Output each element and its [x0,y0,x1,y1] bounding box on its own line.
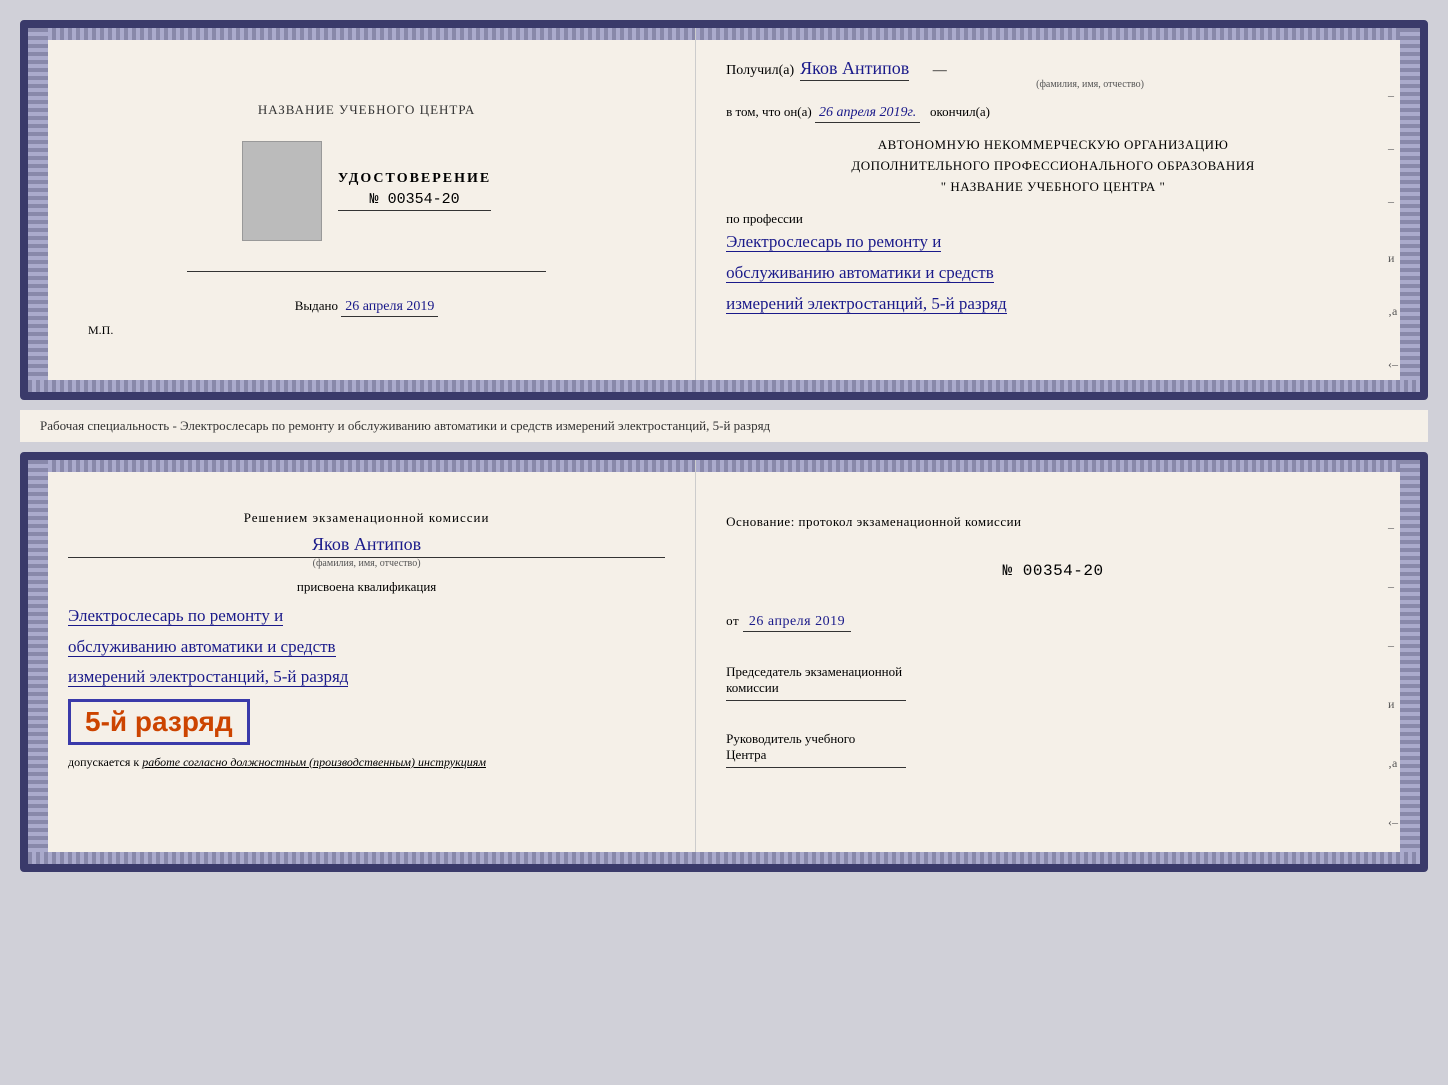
dopuskaetsya-text: работе согласно должностным (производств… [142,755,486,769]
dopuskaetsya-line: допускается к работе согласно должностны… [68,755,665,770]
info-text-content: Рабочая специальность - Электрослесарь п… [40,418,770,433]
bottom-certificate: Решением экзаменационной комиссии Яков А… [20,452,1428,872]
qual-line1: Электрослесарь по ремонту и [68,606,283,626]
ot-date-line: от 26 апреля 2019 [726,609,1380,634]
org-line2: ДОПОЛНИТЕЛЬНОГО ПРОФЕССИОНАЛЬНОГО ОБРАЗО… [726,156,1380,177]
bottom-date: 26 апреля 2019 [743,614,851,632]
dopuskaetsya-prefix: допускается к [68,755,139,769]
top-org-name: НАЗВАНИЕ УЧЕБНОГО ЦЕНТРА [68,102,665,118]
resheniem-line: Решением экзаменационной комиссии [68,510,665,526]
predsedatel-line1: Председатель экзаменационной [726,664,1380,680]
vtom-line: в том, что он(а) 26 апреля 2019г. окончи… [726,104,1380,121]
rukovoditel-block: Руководитель учебного Центра [726,731,1380,768]
mp-label: М.П. [88,323,113,338]
profession-line3: измерений электростанций, 5-й разряд [726,294,1006,314]
ot-label: от [726,613,739,628]
okonchil-label: окончил(а) [930,104,990,119]
razryad-big-text: 5-й разряд [85,706,233,738]
poluchil-label: Получил(а) [726,63,794,79]
bottom-number: № 00354-20 [726,557,1380,586]
udostoverenie-number: № 00354-20 [338,191,491,211]
org-line3: " НАЗВАНИЕ УЧЕБНОГО ЦЕНТРА " [726,177,1380,198]
bottom-name-block: Яков Антипов (фамилия, имя, отчество) [68,534,665,569]
photo-placeholder [242,141,322,241]
predsedatel-line2: комиссии [726,680,1380,696]
bottom-recipient-name: Яков Антипов [68,534,665,558]
right-side-dashes: – – – и ‚а ‹– – – – [1388,88,1398,400]
bottom-cert-left-panel: Решением экзаменационной комиссии Яков А… [28,460,696,864]
recipient-name: Яков Антипов [800,58,909,81]
qual-line2: обслуживанию автоматики и средств [68,637,336,657]
predsedatel-sign-line [726,700,906,701]
vydano-date: 26 апреля 2019 [341,299,438,317]
qual-line3: измерений электростанций, 5-й разряд [68,667,348,687]
qualification-text: Электрослесарь по ремонту и обслуживанию… [68,601,665,693]
right-border-pattern [1400,28,1420,392]
osnovanie-label: Основание: протокол экзаменационной коми… [726,510,1380,533]
predsedatel-block: Председатель экзаменационной комиссии [726,664,1380,701]
info-text-middle: Рабочая специальность - Электрослесарь п… [20,410,1428,442]
osnovanie-block: Основание: протокол экзаменационной коми… [726,510,1380,634]
top-certificate: НАЗВАНИЕ УЧЕБНОГО ЦЕНТРА УДОСТОВЕРЕНИЕ №… [20,20,1428,400]
rukovoditel-line1: Руководитель учебного [726,731,1380,747]
poluchil-line: Получил(а) Яков Антипов — (фамилия, имя,… [726,58,1380,90]
bottom-right-dashes: – – – и ‚а ‹– – – – [1388,520,1398,872]
vydano-line: Выдано 26 апреля 2019 [295,298,439,315]
org-line1: АВТОНОМНУЮ НЕКОММЕРЧЕСКУЮ ОРГАНИЗАЦИЮ [726,135,1380,156]
profession-handwritten: Электрослесарь по ремонту и обслуживанию… [726,227,1380,319]
page-wrapper: НАЗВАНИЕ УЧЕБНОГО ЦЕНТРА УДОСТОВЕРЕНИЕ №… [20,20,1428,872]
po-professii-block: по профессии Электрослесарь по ремонту и… [726,211,1380,319]
bottom-fio-sublabel: (фамилия, имя, отчество) [68,558,665,569]
org-name-center: НАЗВАНИЕ УЧЕБНОГО ЦЕНТРА [950,179,1155,194]
bottom-cert-right-panel: Основание: протокол экзаменационной коми… [696,460,1420,864]
vtom-label: в том, что он(а) [726,104,812,119]
po-professii-label: по профессии [726,211,1380,227]
rukovoditel-line2: Центра [726,747,1380,763]
razryad-badge: 5-й разряд [68,699,250,745]
org-quote: " [941,179,947,194]
org-block: АВТОНОМНУЮ НЕКОММЕРЧЕСКУЮ ОРГАНИЗАЦИЮ ДО… [726,135,1380,197]
top-cert-right-panel: Получил(а) Яков Антипов — (фамилия, имя,… [696,28,1420,392]
udostoverenie-block: УДОСТОВЕРЕНИЕ № 00354-20 [338,171,491,211]
udostoverenie-title: УДОСТОВЕРЕНИЕ [338,171,491,187]
profession-line1: Электрослесарь по ремонту и [726,232,941,252]
top-cert-left-panel: НАЗВАНИЕ УЧЕБНОГО ЦЕНТРА УДОСТОВЕРЕНИЕ №… [28,28,696,392]
bottom-right-border [1400,460,1420,864]
profession-line2: обслуживанию автоматики и средств [726,263,994,283]
prisvoena-line: присвоена квалификация [68,579,665,595]
vydano-label: Выдано [295,298,338,313]
completion-date: 26 апреля 2019г. [815,105,920,123]
rukovoditel-sign-line [726,767,906,768]
org-quote2: " [1160,179,1166,194]
